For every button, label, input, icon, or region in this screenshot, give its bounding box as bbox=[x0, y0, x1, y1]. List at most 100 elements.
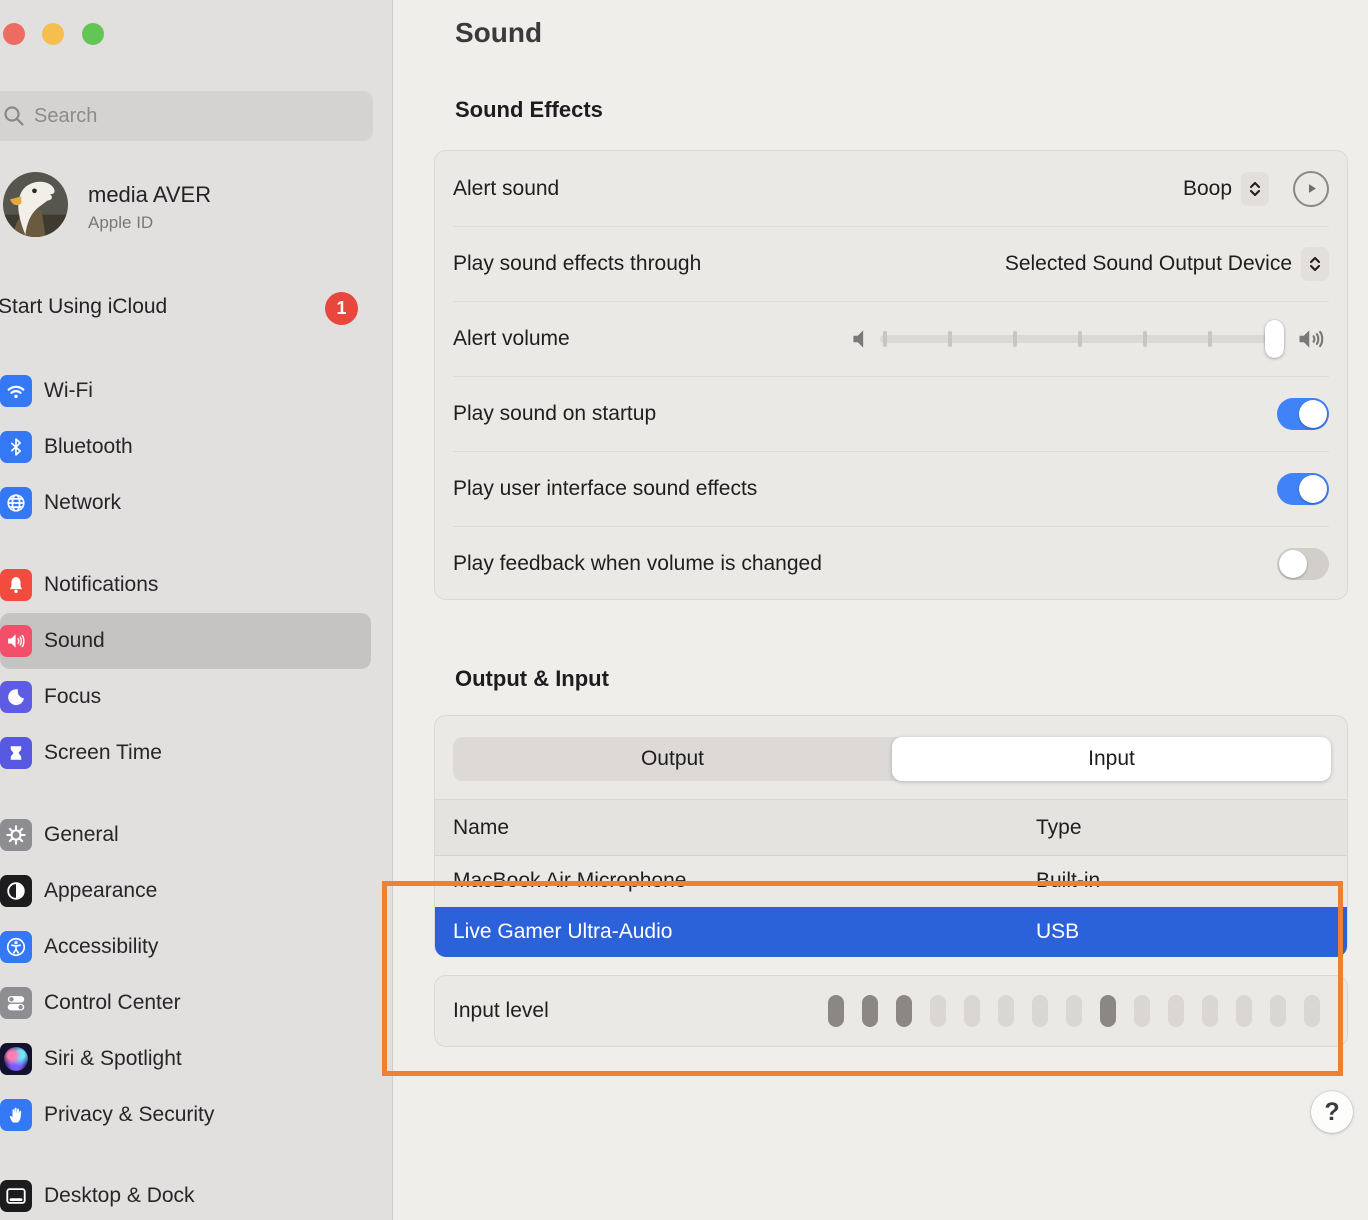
slider-thumb[interactable] bbox=[1265, 320, 1284, 358]
sidebar-item-general[interactable]: General bbox=[0, 807, 371, 863]
sidebar-item-label: Appearance bbox=[44, 863, 157, 919]
sidebar-item-label: Privacy & Security bbox=[44, 1087, 214, 1143]
sidebar-item-label: General bbox=[44, 807, 119, 863]
device-table-header: Name Type bbox=[435, 799, 1347, 855]
sidebar-item-network[interactable]: Network bbox=[0, 475, 371, 531]
level-segment bbox=[1134, 995, 1150, 1027]
output-input-heading: Output & Input bbox=[455, 666, 609, 692]
input-level-meter bbox=[828, 995, 1320, 1027]
volume-high-icon bbox=[1296, 326, 1329, 352]
play-alert-sound-button[interactable] bbox=[1293, 171, 1329, 207]
gear-icon bbox=[0, 819, 32, 851]
device-name: Live Gamer Ultra-Audio bbox=[453, 907, 672, 957]
table-row-macbook-air-microphone[interactable]: MacBook Air Microphone Built-in bbox=[435, 855, 1347, 907]
level-segment bbox=[998, 995, 1014, 1027]
alert-sound-stepper[interactable] bbox=[1241, 172, 1269, 206]
speaker-icon bbox=[0, 625, 32, 657]
volume-feedback-toggle[interactable] bbox=[1277, 548, 1329, 580]
level-segment bbox=[1032, 995, 1048, 1027]
search-field[interactable] bbox=[0, 91, 373, 141]
startup-sound-toggle[interactable] bbox=[1277, 398, 1329, 430]
sidebar-item-label: Control Center bbox=[44, 975, 181, 1031]
play-through-value: Selected Sound Output Device bbox=[1005, 252, 1292, 276]
search-icon bbox=[2, 104, 26, 128]
level-segment bbox=[1236, 995, 1252, 1027]
toggles-icon bbox=[0, 987, 32, 1019]
play-icon bbox=[1304, 181, 1319, 196]
slider-track[interactable] bbox=[880, 335, 1284, 343]
tab-input[interactable]: Input bbox=[892, 737, 1331, 781]
sidebar-item-bluetooth[interactable]: Bluetooth bbox=[0, 419, 371, 475]
ui-sound-effects-label: Play user interface sound effects bbox=[453, 477, 757, 501]
hand-icon bbox=[0, 1099, 32, 1131]
bell-icon bbox=[0, 569, 32, 601]
close-window-button[interactable] bbox=[3, 23, 25, 45]
output-input-segmented-control: Output Input bbox=[453, 737, 1331, 781]
level-segment bbox=[930, 995, 946, 1027]
sidebar-item-desktop-dock[interactable]: Desktop & Dock bbox=[0, 1168, 371, 1220]
sidebar-item-label: Bluetooth bbox=[44, 419, 133, 475]
sidebar-item-appearance[interactable]: Appearance bbox=[0, 863, 371, 919]
avatar[interactable] bbox=[3, 172, 68, 237]
profile-subtitle: Apple ID bbox=[88, 213, 153, 233]
sidebar-item-notifications[interactable]: Notifications bbox=[0, 557, 371, 613]
input-level-label: Input level bbox=[453, 976, 549, 1046]
minimize-window-button[interactable] bbox=[42, 23, 64, 45]
sidebar-item-focus[interactable]: Focus bbox=[0, 669, 371, 725]
help-button[interactable]: ? bbox=[1311, 1091, 1353, 1133]
contrast-icon bbox=[0, 875, 32, 907]
output-input-card: Output Input Name Type MacBook Air Micro… bbox=[434, 715, 1348, 957]
sidebar-item-label: Desktop & Dock bbox=[44, 1168, 195, 1220]
moon-icon bbox=[0, 681, 32, 713]
volume-feedback-row: Play feedback when volume is changed bbox=[435, 526, 1347, 601]
hourglass-icon bbox=[0, 737, 32, 769]
ui-sound-effects-row: Play user interface sound effects bbox=[435, 451, 1347, 526]
chevron-up-down-icon bbox=[1307, 254, 1323, 274]
sidebar-item-screen-time[interactable]: Screen Time bbox=[0, 725, 371, 781]
sidebar-item-wifi[interactable]: Wi-Fi bbox=[0, 363, 371, 419]
table-row-live-gamer-ultra-audio[interactable]: Live Gamer Ultra-Audio USB bbox=[435, 907, 1347, 957]
alert-volume-row: Alert volume bbox=[435, 301, 1347, 376]
sidebar-item-siri-spotlight[interactable]: Siri & Spotlight bbox=[0, 1031, 371, 1087]
input-level-card: Input level bbox=[434, 975, 1348, 1047]
sidebar-item-accessibility[interactable]: Accessibility bbox=[0, 919, 371, 975]
bluetooth-icon bbox=[0, 431, 32, 463]
column-header-name: Name bbox=[453, 800, 509, 856]
sidebar-item-control-center[interactable]: Control Center bbox=[0, 975, 371, 1031]
sound-effects-card: Alert sound Boop Play sound effects thro… bbox=[434, 150, 1348, 600]
icloud-label: Start Using iCloud bbox=[0, 295, 167, 319]
system-settings-window: media AVER Apple ID Start Using iCloud 1… bbox=[0, 0, 1368, 1220]
device-type: USB bbox=[1036, 907, 1079, 957]
toggle-knob bbox=[1299, 400, 1327, 428]
level-segment bbox=[862, 995, 878, 1027]
alert-sound-value: Boop bbox=[1183, 177, 1232, 201]
search-input[interactable] bbox=[34, 91, 354, 141]
ui-sound-effects-toggle[interactable] bbox=[1277, 473, 1329, 505]
globe-icon bbox=[0, 487, 32, 519]
level-segment bbox=[828, 995, 844, 1027]
zoom-window-button[interactable] bbox=[82, 23, 104, 45]
alert-volume-label: Alert volume bbox=[453, 327, 570, 351]
level-segment bbox=[1100, 995, 1116, 1027]
level-segment bbox=[964, 995, 980, 1027]
alert-sound-label: Alert sound bbox=[453, 177, 559, 201]
level-segment bbox=[1304, 995, 1320, 1027]
wifi-icon bbox=[0, 375, 32, 407]
alert-volume-slider[interactable] bbox=[848, 320, 1329, 358]
chevron-up-down-icon bbox=[1247, 179, 1263, 199]
volume-low-icon bbox=[848, 326, 874, 352]
tab-output[interactable]: Output bbox=[453, 737, 892, 781]
play-through-stepper[interactable] bbox=[1301, 247, 1329, 281]
sidebar-item-label: Screen Time bbox=[44, 725, 162, 781]
profile-name: media AVER bbox=[88, 182, 211, 208]
column-header-type: Type bbox=[1036, 800, 1082, 856]
alert-sound-row: Alert sound Boop bbox=[435, 151, 1347, 226]
sidebar-item-label: Accessibility bbox=[44, 919, 158, 975]
sidebar: media AVER Apple ID Start Using iCloud 1… bbox=[0, 0, 393, 1220]
sidebar-item-privacy-security[interactable]: Privacy & Security bbox=[0, 1087, 371, 1143]
sidebar-item-label: Focus bbox=[44, 669, 101, 725]
sidebar-item-start-using-icloud[interactable]: Start Using iCloud 1 bbox=[0, 292, 373, 326]
sidebar-item-sound[interactable]: Sound bbox=[0, 613, 371, 669]
window-dock-icon bbox=[0, 1180, 32, 1212]
volume-feedback-label: Play feedback when volume is changed bbox=[453, 552, 822, 576]
